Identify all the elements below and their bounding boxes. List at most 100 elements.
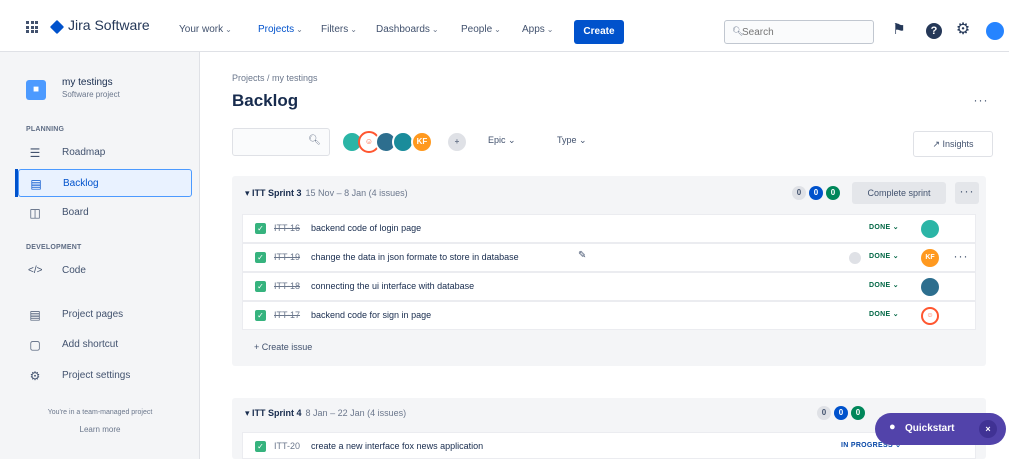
issue-key[interactable]: ITT-16 [274, 223, 300, 233]
chevron-down-icon: ⌄ [350, 25, 357, 34]
gear-icon: ⚙ [29, 369, 41, 383]
issue-row[interactable]: ✓ ITT-17 backend code for sign in page D… [242, 301, 976, 330]
sprint-more-actions-button[interactable]: ··· [955, 182, 979, 204]
done-count-badge: 0 [851, 406, 865, 420]
type-filter-dropdown[interactable]: Type ⌄ [557, 135, 587, 146]
chart-icon: ↗ [932, 139, 940, 149]
nav-filters[interactable]: Filters ⌄ [321, 24, 357, 35]
issue-key[interactable]: ITT-20 [274, 441, 300, 451]
story-points-badge[interactable] [849, 252, 861, 264]
page-icon: ▤ [29, 308, 41, 322]
assignee-avatar[interactable] [921, 220, 939, 238]
project-name[interactable]: my testings [62, 77, 113, 88]
sprint-header[interactable]: ▾ ITT Sprint 48 Jan – 22 Jan (4 issues) [245, 408, 406, 419]
page-more-actions-button[interactable]: ··· [969, 91, 993, 113]
project-sidebar: ■ my testings Software project PLANNING … [0, 52, 200, 459]
issue-more-actions-button[interactable]: ··· [949, 247, 973, 269]
sidebar-item-label: Add shortcut [62, 339, 119, 350]
quickstart-label: Quickstart [905, 423, 955, 434]
status-dropdown[interactable]: DONE ⌄ [869, 252, 899, 260]
epic-filter-dropdown[interactable]: Epic ⌄ [488, 135, 516, 146]
chevron-down-icon: ▾ [245, 188, 250, 198]
profile-avatar[interactable] [986, 22, 1004, 40]
sprint-name: ITT Sprint 4 [252, 408, 302, 418]
project-type: Software project [62, 90, 120, 99]
project-avatar-icon: ■ [26, 80, 46, 100]
issue-row[interactable]: ✓ ITT-20 create a new interface fox news… [242, 432, 976, 459]
status-dropdown[interactable]: DONE ⌄ [869, 281, 899, 289]
sidebar-item-board[interactable]: ◫ Board [18, 199, 192, 227]
app-switcher-icon[interactable] [26, 21, 38, 33]
nav-apps[interactable]: Apps ⌄ [522, 24, 554, 35]
status-dropdown[interactable]: DONE ⌄ [869, 310, 899, 318]
roadmap-icon: ☰ [29, 146, 41, 160]
issue-key[interactable]: ITT-18 [274, 281, 300, 291]
code-icon: </> [28, 265, 43, 276]
issue-summary: backend code of login page [311, 223, 422, 233]
issue-summary: connecting the ui interface with databas… [311, 281, 475, 291]
story-icon: ✓ [255, 252, 266, 263]
add-people-icon[interactable]: + [446, 131, 468, 153]
nav-dashboards[interactable]: Dashboards ⌄ [376, 24, 439, 35]
issue-key[interactable]: ITT-19 [274, 252, 300, 262]
nav-your-work[interactable]: Your work ⌄ [179, 24, 232, 35]
chevron-down-icon: ⌄ [225, 25, 232, 34]
sidebar-item-add-shortcut[interactable]: ▢ Add shortcut [18, 331, 192, 359]
sidebar-item-label: Board [62, 207, 89, 218]
assignee-avatar[interactable]: ☺ [921, 307, 939, 325]
chevron-down-icon: ⌄ [892, 253, 899, 260]
sidebar-item-label: Backlog [63, 178, 99, 189]
complete-sprint-button[interactable]: Complete sprint [852, 182, 946, 204]
issue-summary: change the data in json formate to store… [311, 252, 519, 262]
chevron-down-icon: ⌄ [494, 25, 501, 34]
notifications-icon[interactable]: ⚑ [889, 20, 909, 40]
issue-row[interactable]: ✓ ITT-19 change the data in json formate… [242, 243, 976, 272]
in-progress-count-badge: 0 [834, 406, 848, 420]
chevron-down-icon: ⌄ [892, 224, 899, 231]
issue-summary: backend code for sign in page [311, 310, 432, 320]
planning-heading: PLANNING [26, 126, 65, 133]
learn-more-link[interactable]: Learn more [20, 425, 180, 434]
issue-row[interactable]: ✓ ITT-18 connecting the ui interface wit… [242, 272, 976, 301]
sidebar-item-label: Roadmap [62, 147, 106, 158]
breadcrumb[interactable]: Projects / my testings [232, 73, 318, 83]
issue-summary: create a new interface fox news applicat… [311, 441, 484, 451]
help-icon[interactable]: ? [926, 23, 942, 39]
status-dropdown[interactable]: DONE ⌄ [869, 223, 899, 231]
sidebar-item-backlog[interactable]: ▤ Backlog [18, 169, 192, 197]
issue-key[interactable]: ITT-17 [274, 310, 300, 320]
assignee-avatar[interactable] [921, 278, 939, 296]
edit-pencil-icon[interactable]: ✎ [578, 250, 586, 261]
search-input[interactable] [742, 24, 868, 40]
create-issue-button[interactable]: + Create issue [254, 342, 312, 352]
settings-gear-icon[interactable]: ⚙ [953, 20, 973, 40]
backlog-search-input[interactable] [239, 133, 305, 151]
insights-button[interactable]: ↗ Insights [913, 131, 993, 157]
nav-people[interactable]: People ⌄ [461, 24, 501, 35]
sprint-dates: 8 Jan – 22 Jan (4 issues) [305, 408, 407, 418]
lightbulb-icon: ● [889, 421, 896, 433]
search-box: 🔍︎ [724, 20, 874, 44]
create-button[interactable]: Create [574, 20, 624, 44]
product-name[interactable]: Jira Software [68, 17, 150, 33]
sidebar-item-project-settings[interactable]: ⚙ Project settings [18, 362, 192, 390]
project-type-note: You're in a team-managed project [47, 409, 153, 416]
backlog-icon: ▤ [30, 177, 42, 191]
nav-projects[interactable]: Projects ⌄ [258, 24, 303, 35]
search-icon: 🔍︎ [308, 135, 321, 146]
quickstart-button[interactable]: ● Quickstart × [875, 413, 1006, 445]
assignee-avatar[interactable]: KF [921, 249, 939, 267]
top-navigation: Jira Software Your work ⌄ Projects ⌄ Filte… [0, 0, 1009, 52]
chevron-down-icon: ▾ [245, 408, 250, 418]
sprint-header[interactable]: ▾ ITT Sprint 3 15 Nov – 8 Jan (4 issues) [245, 188, 408, 199]
assignee-filter-avatar[interactable]: KF [411, 131, 433, 153]
issue-row[interactable]: ✓ ITT-16 backend code of login page DONE… [242, 214, 976, 243]
board-icon: ◫ [29, 206, 41, 220]
story-icon: ✓ [255, 223, 266, 234]
sidebar-item-code[interactable]: </> Code [18, 257, 192, 285]
sidebar-item-roadmap[interactable]: ☰ Roadmap [18, 139, 192, 167]
close-icon[interactable]: × [979, 420, 997, 438]
chevron-down-icon: ⌄ [579, 135, 587, 145]
story-icon: ✓ [255, 441, 266, 452]
sidebar-item-project-pages[interactable]: ▤ Project pages [18, 301, 192, 329]
